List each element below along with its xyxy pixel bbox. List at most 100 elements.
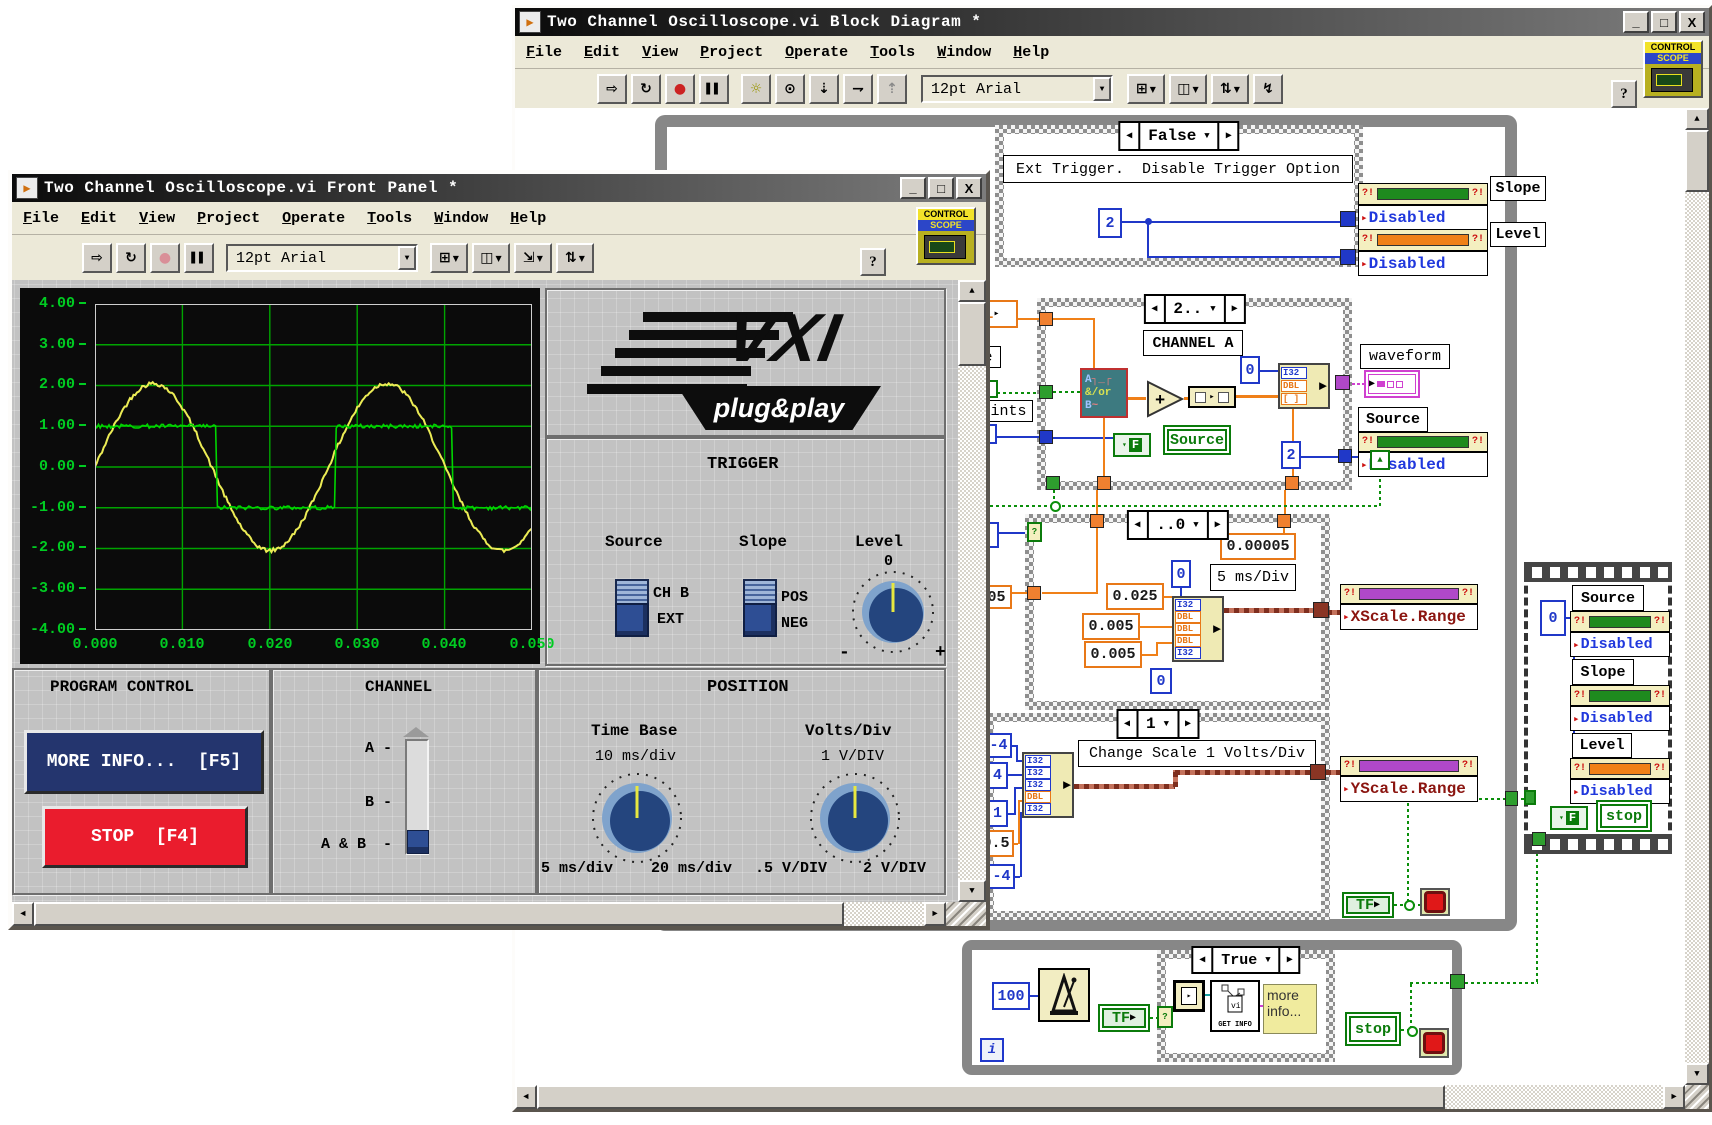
xscale-range-node[interactable]: ▸XScale.Range	[1340, 604, 1478, 630]
more-info-comment[interactable]: more info...	[1263, 984, 1317, 1034]
scroll-down-icon[interactable]: ▼	[1685, 1063, 1709, 1085]
add-function-icon[interactable]: +	[1146, 380, 1184, 418]
abort-button[interactable]: ●	[150, 243, 180, 273]
case-channel-selector[interactable]: ◀ 2..▼ ▶	[1143, 294, 1245, 324]
case-prev-icon[interactable]: ◀	[1193, 948, 1211, 972]
constant-0-025[interactable]: 0.025	[1106, 583, 1164, 610]
get-info-vi-icon[interactable]: vi GET INFO	[1210, 980, 1260, 1032]
level-disabled-value[interactable]: ▸Disabled	[1358, 251, 1488, 276]
waveform-indicator-icon[interactable]: ▶	[1364, 370, 1420, 398]
time-base-knob[interactable]	[589, 770, 685, 866]
font-dropdown-icon[interactable]: ▼	[398, 246, 416, 270]
fp-vertical-scrollbar[interactable]: ▲ ▼	[958, 280, 986, 902]
case-next-icon[interactable]: ▶	[1179, 711, 1197, 737]
cleanup-diagram-button[interactable]: ↯	[1253, 74, 1283, 104]
constant-neg4b[interactable]: -4	[988, 864, 1015, 889]
case-prev-icon[interactable]: ◀	[1118, 711, 1136, 737]
numeric-constant-0b[interactable]: 0	[1150, 668, 1172, 694]
scroll-right-icon[interactable]: ►	[1663, 1085, 1685, 1109]
abort-button[interactable]: ●	[665, 74, 695, 104]
level-property-strip[interactable]: ?!?!	[1358, 229, 1488, 251]
and-or-vi-icon[interactable]: A┐_┌ &/or B~	[1080, 368, 1128, 418]
seq-false-constant[interactable]: ▾F	[1550, 806, 1588, 830]
case-structure-false[interactable]: ◀ False▼ ▶ Ext Trigger. Disable Trigger …	[995, 125, 1363, 267]
run-button[interactable]: ⇨	[597, 74, 627, 104]
menu-tools[interactable]: Tools	[859, 44, 926, 61]
case-structure-channel-a[interactable]: ◀ 2..▼ ▶ CHANNEL A A┐_┌ &/or B~ +	[1037, 298, 1352, 490]
volts-div-knob[interactable]	[807, 770, 903, 866]
menu-window[interactable]: Window	[423, 210, 499, 227]
pause-button[interactable]: ▌▌	[699, 74, 729, 104]
stop-button-terminal-timer[interactable]	[1419, 1028, 1449, 1058]
menu-help[interactable]: Help	[499, 210, 557, 227]
case-next-icon[interactable]: ▶	[1281, 948, 1299, 972]
run-button[interactable]: ⇨	[82, 243, 112, 273]
bd-hscroll-thumb[interactable]	[537, 1085, 1445, 1109]
menu-project[interactable]: Project	[186, 210, 271, 227]
source-local-variable[interactable]: Source	[1163, 425, 1231, 455]
seq-slope-strip[interactable]: ?!?!	[1570, 685, 1670, 706]
stop-button[interactable]: STOP [F4]	[42, 806, 248, 868]
case-false-selector[interactable]: ◀ False▼ ▶	[1118, 121, 1239, 151]
trigger-source-switch[interactable]	[615, 579, 649, 637]
scroll-left-icon[interactable]: ◄	[12, 902, 34, 926]
menu-view[interactable]: View	[128, 210, 186, 227]
distribute-objects-button[interactable]: ◫▼	[1169, 74, 1207, 104]
case-next-icon[interactable]: ▶	[1226, 296, 1244, 322]
slope-disabled-value[interactable]: ▸Disabled	[1358, 205, 1488, 230]
align-objects-button[interactable]: ⊞▼	[1127, 74, 1165, 104]
case-next-icon[interactable]: ▶	[1220, 123, 1238, 149]
numeric-constant-0[interactable]: 0	[1240, 356, 1260, 384]
scroll-down-icon[interactable]: ▼	[958, 880, 986, 902]
numeric-constant-2[interactable]: 2	[1098, 208, 1122, 238]
tf-local-variable[interactable]: TF▶	[1342, 892, 1394, 918]
bundle-node[interactable]: I32 I32 I32 DBL I32 ▶	[1022, 752, 1074, 818]
fp-vscroll-thumb[interactable]	[958, 302, 986, 366]
scroll-left-icon[interactable]: ◄	[515, 1085, 537, 1109]
false-constant[interactable]: ▾F	[1113, 433, 1151, 457]
minimize-button[interactable]: _	[900, 177, 926, 199]
fp-hscroll-thumb[interactable]	[34, 902, 844, 926]
open-vi-reference-icon[interactable]: ▸	[1173, 980, 1205, 1012]
step-into-button[interactable]: ⇣	[809, 74, 839, 104]
channel-a-comment[interactable]: CHANNEL A	[1143, 330, 1243, 356]
run-continuous-button[interactable]: ↻	[631, 74, 661, 104]
maximize-button[interactable]: □	[1651, 11, 1677, 33]
bd-help-button[interactable]: ?	[1611, 80, 1637, 108]
slope-property-strip[interactable]: ?!?!	[1358, 183, 1488, 205]
menu-view[interactable]: View	[631, 44, 689, 61]
menu-file[interactable]: File	[12, 210, 70, 227]
case-structure-true[interactable]: ◀ True▼ ▶ ▸ vi GET INFO more info...	[1157, 950, 1335, 1062]
bd-vi-icon-badge[interactable]: CONTROL SCOPE	[1643, 40, 1703, 98]
fp-vi-icon-badge[interactable]: CONTROL SCOPE	[916, 207, 976, 265]
case-structure-volts[interactable]: ◀ 1▼ ▶ Change Scale 1 Volts/Div -4 4 1 0…	[985, 713, 1330, 920]
bd-horizontal-scrollbar[interactable]: ◄ ►	[515, 1085, 1685, 1109]
case-false-comment[interactable]: Ext Trigger. Disable Trigger Option	[1003, 155, 1353, 183]
step-over-button[interactable]: ⇁	[843, 74, 873, 104]
highlight-execution-button[interactable]: ☼	[741, 74, 771, 104]
case-true-selector[interactable]: ◀ True▼ ▶	[1191, 946, 1300, 974]
menu-project[interactable]: Project	[689, 44, 774, 61]
stop-button-terminal[interactable]	[1420, 888, 1450, 916]
menu-tools[interactable]: Tools	[356, 210, 423, 227]
seq-slope-disabled[interactable]: ▸Disabled	[1570, 706, 1670, 731]
constant-0-005b[interactable]: 0.005	[1084, 641, 1142, 668]
font-selector[interactable]: 12pt Arial ▼	[921, 75, 1113, 103]
bd-vertical-scrollbar[interactable]: ▲ ▼	[1685, 108, 1709, 1085]
seq-source-disabled[interactable]: ▸Disabled	[1570, 632, 1670, 657]
pause-button[interactable]: ▌▌	[184, 243, 214, 273]
retain-wire-values-button[interactable]: ⊙	[775, 74, 805, 104]
align-objects-button[interactable]: ⊞▼	[430, 243, 468, 273]
channel-slider-handle[interactable]	[407, 830, 429, 854]
case-prev-icon[interactable]: ◀	[1128, 512, 1146, 538]
case-timebase-selector[interactable]: ◀ ..0▼ ▶	[1126, 510, 1228, 540]
constant-1[interactable]: 1	[987, 800, 1008, 827]
scroll-up-icon[interactable]: ▲	[1685, 108, 1709, 130]
menu-operate[interactable]: Operate	[271, 210, 356, 227]
seq-level-strip[interactable]: ?!?!	[1570, 758, 1670, 779]
bundle-node[interactable]: I32 DBL [ ] ▶	[1278, 363, 1330, 409]
xscale-property-strip[interactable]: ?!?!	[1340, 584, 1478, 604]
build-array-icon[interactable]: ▸	[1188, 386, 1236, 408]
reorder-button[interactable]: ⇅▼	[556, 243, 594, 273]
menu-help[interactable]: Help	[1002, 44, 1060, 61]
